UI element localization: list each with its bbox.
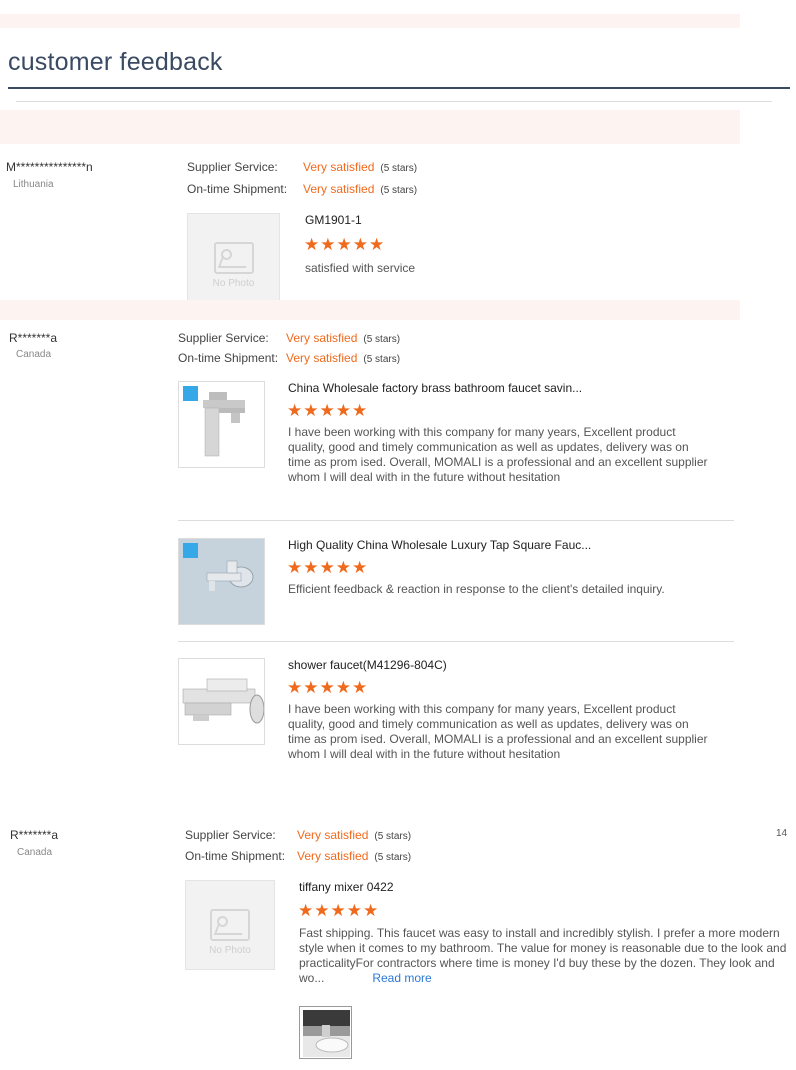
page-title: customer feedback	[8, 48, 223, 76]
rating-stars: ★★★★★	[298, 901, 380, 920]
review-comment: Efficient feedback & reaction in respons…	[288, 582, 665, 596]
shipment-stars: (5 stars)	[374, 852, 412, 863]
supplier-service-stars: (5 stars)	[374, 831, 412, 842]
product-thumbnail[interactable]	[178, 538, 265, 625]
supplier-service-value: Very satisfied	[286, 331, 358, 345]
product-thumbnail[interactable]	[178, 381, 265, 468]
supplier-service-rating: Supplier Service: Very satisfied (5 stars)	[187, 160, 417, 174]
buyer-photo-thumbnail[interactable]	[299, 1006, 352, 1059]
shipment-value: Very satisfied	[303, 182, 375, 196]
product-divider	[178, 641, 734, 642]
faucet-icon	[183, 386, 245, 457]
buyer-name: M***************n	[6, 160, 93, 174]
product-divider	[178, 520, 734, 521]
supplier-service-value: Very satisfied	[297, 828, 369, 842]
buyer-name: R*******a	[10, 828, 59, 842]
shipment-rating: On-time Shipment: Very satisfied (5 stars)	[178, 351, 400, 365]
supplier-service-rating: Supplier Service: Very satisfied (5 stars)	[185, 828, 411, 842]
shower-mixer-icon	[182, 678, 264, 724]
buyer-country: Canada	[17, 847, 53, 858]
top-band	[0, 14, 740, 28]
shipment-label: On-time Shipment:	[185, 849, 286, 863]
product-thumbnail[interactable]	[178, 658, 265, 745]
header-band	[0, 110, 740, 144]
shipment-label: On-time Shipment:	[178, 351, 279, 365]
product-title[interactable]: High Quality China Wholesale Luxury Tap …	[288, 538, 591, 552]
title-underline	[8, 87, 790, 89]
shipment-stars: (5 stars)	[363, 354, 401, 365]
no-photo-label: No Photo	[212, 278, 255, 289]
rating-stars: ★★★★★	[287, 678, 369, 697]
review-comment: satisfied with service	[305, 261, 416, 275]
review-comment: Fast shipping. This faucet was easy to i…	[299, 926, 787, 986]
review-comment: I have been working with this company fo…	[288, 702, 708, 761]
product-title[interactable]: GM1901-1	[305, 213, 362, 227]
read-more-link[interactable]: Read more	[372, 971, 431, 985]
buyer-country: Canada	[16, 349, 52, 360]
shipment-rating: On-time Shipment: Very satisfied (5 stars)	[187, 182, 417, 196]
supplier-service-rating: Supplier Service: Very satisfied (5 stars)	[178, 331, 400, 345]
supplier-service-label: Supplier Service:	[187, 160, 278, 174]
review-comment: I have been working with this company fo…	[288, 425, 708, 484]
supplier-service-label: Supplier Service:	[178, 331, 269, 345]
rating-stars: ★★★★★	[287, 401, 369, 420]
shipment-rating: On-time Shipment: Very satisfied (5 stars)	[185, 849, 411, 863]
no-photo-icon	[213, 242, 254, 274]
product-title[interactable]: shower faucet(M41296-804C)	[288, 658, 447, 672]
separator-band	[0, 300, 740, 320]
product-title[interactable]: China Wholesale factory brass bathroom f…	[288, 381, 582, 395]
no-photo-label: No Photo	[209, 945, 251, 956]
title-divider	[16, 101, 772, 102]
buyer-country: Lithuania	[13, 179, 54, 190]
buyer-name: R*******a	[9, 331, 58, 345]
shipment-value: Very satisfied	[286, 351, 358, 365]
supplier-service-value: Very satisfied	[303, 160, 375, 174]
shipment-label: On-time Shipment:	[187, 182, 288, 196]
page-number: 14	[776, 828, 788, 839]
rating-stars: ★★★★★	[287, 558, 369, 577]
supplier-service-stars: (5 stars)	[363, 334, 401, 345]
supplier-service-label: Supplier Service:	[185, 828, 276, 842]
shipment-value: Very satisfied	[297, 849, 369, 863]
supplier-service-stars: (5 stars)	[380, 163, 418, 174]
product-thumbnail[interactable]: No Photo	[187, 213, 280, 301]
rating-stars: ★★★★★	[304, 235, 386, 254]
shipment-stars: (5 stars)	[380, 185, 418, 196]
no-photo-icon	[210, 909, 250, 941]
product-title[interactable]: tiffany mixer 0422	[299, 880, 394, 894]
wall-tap-icon	[179, 539, 264, 624]
buyer-photo-icon	[303, 1010, 350, 1057]
product-thumbnail[interactable]: No Photo	[185, 880, 275, 970]
